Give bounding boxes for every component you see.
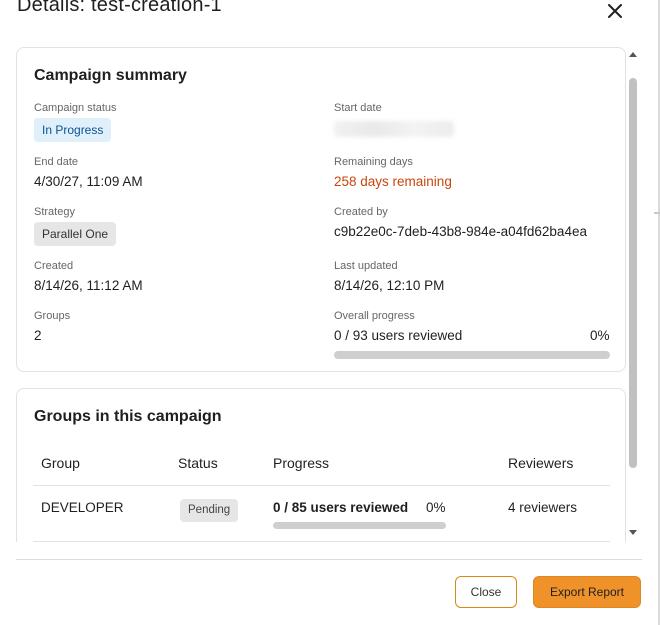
- overall-progress-label: Overall progress: [334, 310, 415, 322]
- close-button[interactable]: Close: [455, 576, 517, 608]
- modal-scroll-area[interactable]: Campaign summary Campaign status In Prog…: [16, 44, 640, 542]
- groups-card: Groups in this campaign Group Status Pro…: [16, 388, 626, 542]
- close-icon[interactable]: [604, 0, 626, 22]
- footer-divider: [16, 559, 642, 560]
- created-label: Created: [34, 260, 74, 272]
- created-value: 8/14/26, 11:12 AM: [34, 278, 143, 293]
- start-date-label: Start date: [334, 102, 382, 114]
- table-header-divider: [33, 485, 610, 486]
- group-progress-percent: 0%: [426, 500, 446, 515]
- scrollbar-thumb[interactable]: [629, 78, 637, 468]
- column-header-progress[interactable]: Progress: [273, 455, 329, 471]
- overall-progress-percent: 0%: [590, 328, 610, 343]
- created-by-value: c9b22e0c-7deb-43b8-984e-a04fd62ba4ea: [334, 224, 587, 239]
- group-reviewers-cell: 4 reviewers: [508, 500, 578, 515]
- created-by-label: Created by: [334, 206, 388, 218]
- column-header-status[interactable]: Status: [178, 455, 218, 471]
- modal-title: Details: test-creation-1: [17, 0, 222, 16]
- groups-section-title: Groups in this campaign: [34, 408, 222, 425]
- column-header-reviewers[interactable]: Reviewers: [508, 455, 573, 471]
- campaign-status-label: Campaign status: [34, 102, 117, 114]
- modal-edge-tick: [654, 212, 660, 214]
- campaign-summary-card: Campaign summary Campaign status In Prog…: [16, 47, 626, 372]
- overall-progress-bar: [334, 351, 610, 359]
- campaign-summary-title: Campaign summary: [34, 67, 187, 84]
- last-updated-label: Last updated: [334, 260, 398, 272]
- end-date-label: End date: [34, 156, 79, 168]
- export-report-button[interactable]: Export Report: [533, 576, 641, 608]
- start-date-value-redacted: [334, 121, 454, 137]
- groups-value: 2: [34, 328, 42, 343]
- table-row-divider: [33, 541, 610, 542]
- remaining-days-value: 258 days remaining: [334, 174, 452, 189]
- group-progress-bar: [273, 522, 446, 529]
- group-name-cell: DEVELOPER: [41, 500, 124, 515]
- groups-label: Groups: [34, 310, 71, 322]
- column-header-group[interactable]: Group: [41, 455, 80, 471]
- campaign-details-modal: Details: test-creation-1 Campaign summar…: [0, 0, 660, 625]
- remaining-days-label: Remaining days: [334, 156, 413, 168]
- campaign-status-badge: In Progress: [34, 118, 112, 142]
- scroll-down-arrow-icon[interactable]: [628, 529, 638, 537]
- strategy-badge: Parallel One: [34, 222, 117, 246]
- scroll-up-arrow-icon[interactable]: [628, 50, 638, 58]
- strategy-label: Strategy: [34, 206, 75, 218]
- overall-progress-text: 0 / 93 users reviewed: [334, 328, 463, 343]
- end-date-value: 4/30/27, 11:09 AM: [34, 174, 143, 189]
- group-progress-text: 0 / 85 users reviewed: [273, 500, 409, 515]
- group-status-badge: Pending: [180, 499, 239, 522]
- last-updated-value: 8/14/26, 12:10 PM: [334, 278, 445, 293]
